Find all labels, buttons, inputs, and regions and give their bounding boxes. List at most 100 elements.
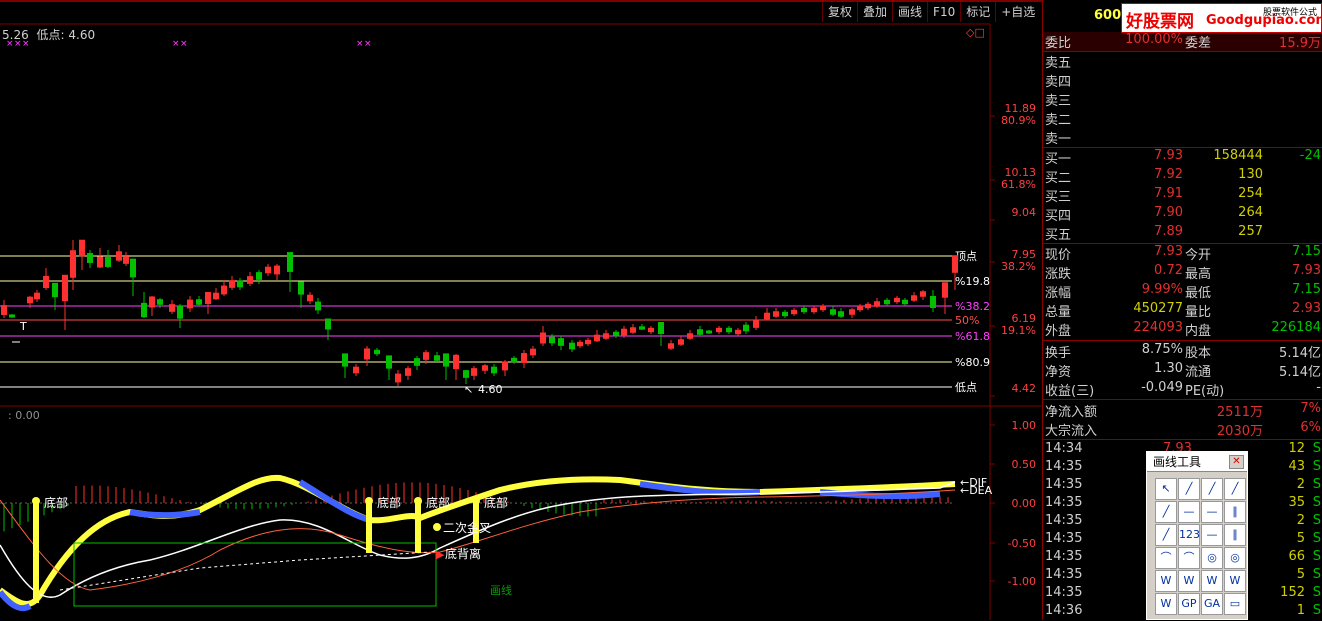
sell-row: 卖五: [1043, 52, 1322, 71]
tick-time: 14:35: [1045, 513, 1083, 528]
fund-row: 收益(三) -0.049 PE(动) -: [1043, 380, 1322, 399]
fib-label: 顶点: [955, 250, 977, 263]
sell-label: 卖三: [1045, 94, 1072, 109]
circle-icon[interactable]: ◎: [1201, 547, 1223, 569]
candle-body: [70, 250, 76, 278]
fund-value: -: [1316, 380, 1321, 395]
buy-volume: 130: [1238, 167, 1263, 182]
fund-row: 净资 1.30 流通 5.14亿: [1043, 361, 1322, 380]
stat-value: 450277: [1133, 301, 1183, 316]
gp-icon[interactable]: GP: [1178, 593, 1200, 615]
candle-body: [735, 329, 741, 335]
tick-time: 14:35: [1045, 567, 1083, 582]
arc-icon[interactable]: ⌒: [1155, 547, 1177, 569]
candle-body: [274, 265, 280, 275]
cursor-icon[interactable]: ↖: [1155, 478, 1177, 500]
candle-body: [706, 330, 712, 334]
tick-volume: 2: [1296, 513, 1305, 528]
line-icon[interactable]: ╱: [1224, 478, 1246, 500]
bottom-signal-dot: [414, 497, 422, 505]
candle-body: [1, 305, 7, 315]
candle-body: [791, 309, 797, 315]
fib-label: %80.9: [955, 356, 990, 369]
wave-icon[interactable]: W: [1155, 570, 1177, 592]
candle-body: [613, 331, 619, 337]
buy-volume: 257: [1238, 224, 1263, 239]
toolbar-fuquan-button[interactable]: 复权: [822, 2, 857, 22]
draw-tools-panel[interactable]: 画线工具 ✕ ↖ ╱ ╱ ╱ ╱ — — ∥ ╱ 123— ∥ ⌒ ⌒ ◎ ◎ W W W W W GP GA ▭: [1146, 451, 1248, 620]
buy-row: 买四 7.90 264: [1043, 205, 1322, 224]
candle-body: [849, 309, 855, 315]
candle-body: [773, 311, 779, 317]
line-icon[interactable]: ╱: [1155, 501, 1177, 523]
sell-row: 卖二: [1043, 109, 1322, 128]
fund-label: 收益(三): [1045, 384, 1095, 399]
stat-row: 涨幅 9.99% 最低 7.15: [1043, 282, 1322, 301]
close-icon[interactable]: ✕: [1229, 455, 1244, 469]
macd-trend-line: [59, 551, 431, 591]
circle-icon[interactable]: ◎: [1224, 547, 1246, 569]
candle-body: [169, 304, 175, 312]
kline-chart[interactable]: ◇□11.8980.9%10.1361.8%9.047.9538.2%6.191…: [0, 0, 1042, 620]
buy-row: 买二 7.92 130: [1043, 167, 1322, 186]
parallel-icon[interactable]: ∥: [1224, 501, 1246, 523]
buy-row: 买三 7.91 254: [1043, 186, 1322, 205]
fund-label: 流通: [1185, 365, 1212, 380]
sell-label: 卖二: [1045, 113, 1072, 128]
line-icon[interactable]: ╱: [1155, 524, 1177, 546]
arc-icon[interactable]: ⌒: [1178, 547, 1200, 569]
candle-body: [395, 373, 401, 383]
stat-label: 总量: [1045, 305, 1072, 320]
flow-pct: 6%: [1300, 420, 1321, 435]
tick-volume: 66: [1288, 549, 1305, 564]
tick-volume: 5: [1296, 567, 1305, 582]
draw-tools-grid: ↖ ╱ ╱ ╱ ╱ — — ∥ ╱ 123— ∥ ⌒ ⌒ ◎ ◎ W W W W W GP GA ▭: [1155, 478, 1246, 615]
candle-body: [884, 299, 890, 305]
candle-body: [511, 357, 517, 363]
segment-icon[interactable]: —: [1201, 501, 1223, 523]
watermark-sub: 股票软件公式: [1262, 8, 1317, 18]
toolbar-watchlist-button[interactable]: +自选: [995, 2, 1040, 22]
candle-body: [820, 305, 826, 311]
buy-label: 买三: [1045, 190, 1072, 205]
stat-label: 最高: [1185, 267, 1212, 282]
bottom-signal-label: 底部: [377, 495, 401, 510]
ga-icon[interactable]: GA: [1201, 593, 1223, 615]
toolbar-f10-button[interactable]: F10: [927, 2, 960, 22]
box-icon[interactable]: ▭: [1224, 593, 1246, 615]
dea-legend: ←DEA: [960, 484, 993, 497]
candle-body: [229, 280, 235, 288]
fib-label: %38.2: [955, 300, 990, 313]
tick-side: S: [1312, 549, 1321, 564]
candle-body: [697, 329, 703, 335]
tick-time: 14:35: [1045, 477, 1083, 492]
candle-body: [491, 366, 497, 374]
candle-body: [639, 326, 645, 330]
toolbar-draw-button[interactable]: 画线: [892, 2, 927, 22]
candle-body: [648, 327, 654, 333]
candle-body: [434, 355, 440, 361]
wave-icon[interactable]: W: [1155, 593, 1177, 615]
segment-icon[interactable]: —: [1201, 524, 1223, 546]
line-icon[interactable]: ╱: [1178, 478, 1200, 500]
candle-body: [43, 275, 49, 289]
line-icon[interactable]: ╱: [1201, 478, 1223, 500]
candle-body: [764, 312, 770, 320]
candle-body: [687, 333, 693, 339]
wave-icon[interactable]: W: [1178, 570, 1200, 592]
stat-label: 外盘: [1045, 324, 1072, 339]
wave-icon[interactable]: W: [1224, 570, 1246, 592]
buy-price: 7.89: [1154, 224, 1183, 239]
toolbar-mark-button[interactable]: 标记: [960, 2, 995, 22]
text123-icon[interactable]: 123: [1178, 524, 1200, 546]
segment-icon[interactable]: —: [1178, 501, 1200, 523]
wave-icon[interactable]: W: [1201, 570, 1223, 592]
bottom-signal-bar: [415, 503, 421, 553]
stat-row: 外盘 224093 内盘 226184: [1043, 320, 1322, 339]
candle-body: [753, 320, 759, 328]
parallel-icon[interactable]: ∥: [1224, 524, 1246, 546]
toolbar-overlay-button[interactable]: 叠加: [857, 2, 892, 22]
candle-body: [930, 295, 936, 309]
candle-body: [521, 353, 527, 363]
weibi-row: 委比 100.00% 委差 15.9万: [1043, 32, 1322, 51]
